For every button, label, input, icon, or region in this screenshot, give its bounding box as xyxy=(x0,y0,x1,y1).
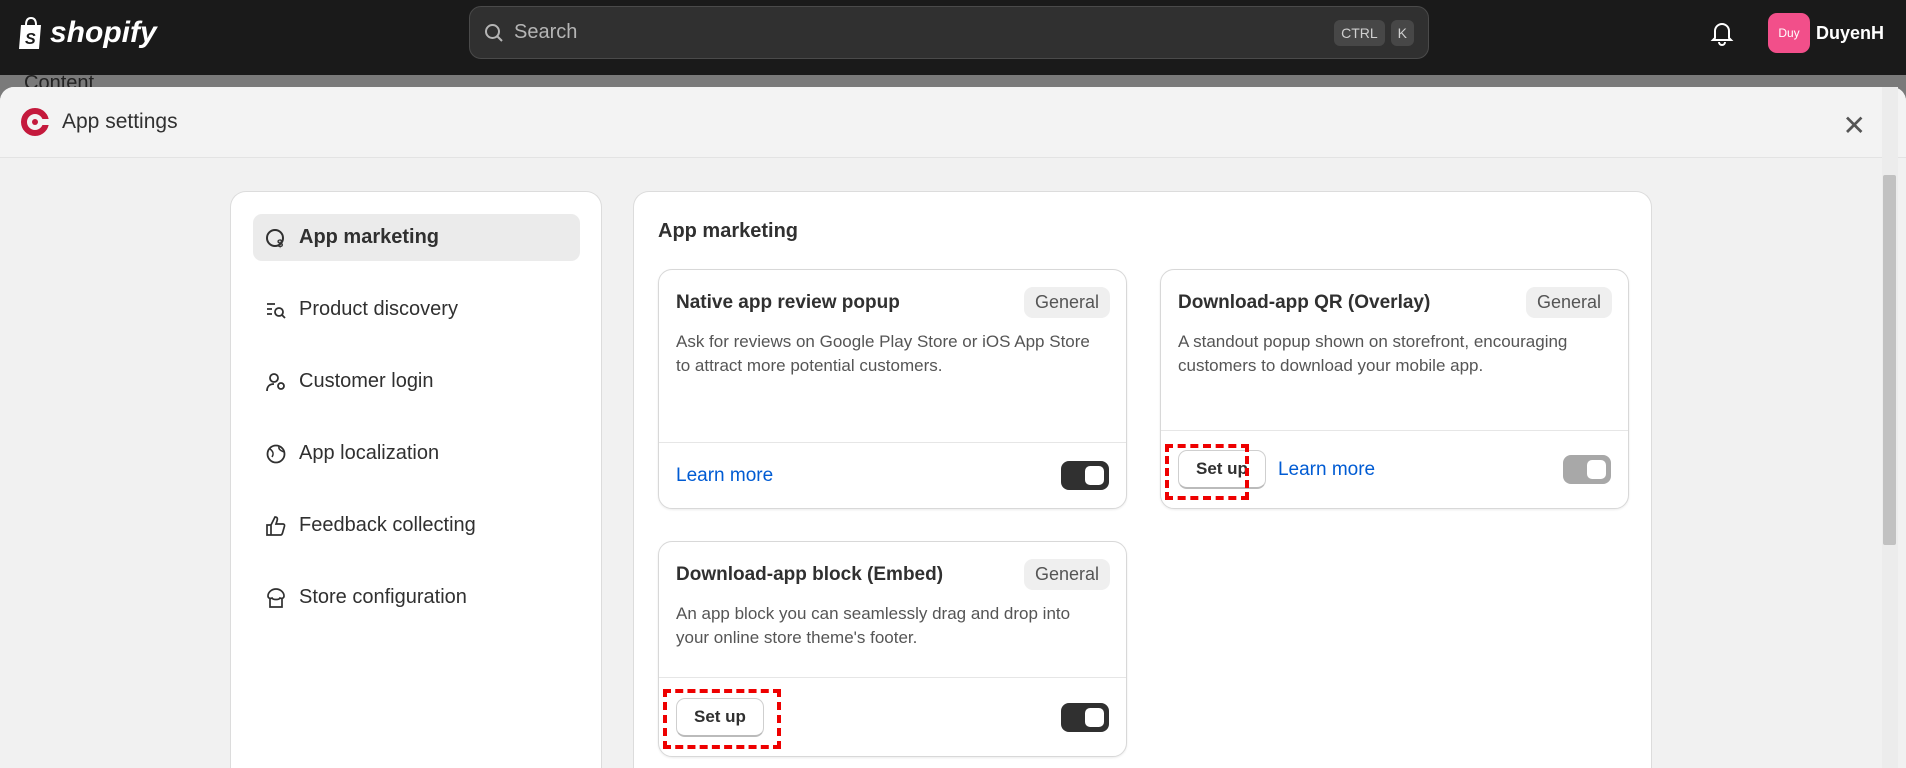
scrollbar-thumb[interactable] xyxy=(1883,175,1896,545)
card-title: Native app review popup xyxy=(676,292,900,313)
sidebar-item-label: Customer login xyxy=(299,370,434,392)
app-settings-modal: App settings ✕ $ App marketing Product di… xyxy=(0,87,1906,768)
shopify-bag-icon: S xyxy=(19,17,41,49)
sidebar-item-label: App localization xyxy=(299,442,440,464)
card-footer: Set up Learn more xyxy=(1161,430,1628,508)
list-search-icon xyxy=(267,302,286,319)
close-icon[interactable]: ✕ xyxy=(1843,109,1866,142)
sidebar-item-app-localization[interactable]: App localization xyxy=(253,430,580,477)
sidebar-item-label: Feedback collecting xyxy=(299,514,476,536)
main-panel: App marketing Native app review popup Ge… xyxy=(633,191,1652,768)
category-badge: General xyxy=(1023,559,1110,590)
enable-toggle[interactable] xyxy=(1061,461,1109,490)
thumbs-up-icon xyxy=(266,515,286,536)
sidebar-item-label: App marketing xyxy=(299,226,440,248)
card-description: Ask for reviews on Google Play Store or … xyxy=(676,332,1090,375)
globe-icon xyxy=(266,444,286,463)
brand-name: shopify xyxy=(50,16,157,49)
shortcut-ctrl: CTRL xyxy=(1334,19,1385,46)
card-download-app-block: Download-app block (Embed) General An ap… xyxy=(658,541,1127,757)
enable-toggle[interactable] xyxy=(1563,455,1611,484)
card-description: An app block you can seamlessly drag and… xyxy=(676,604,1071,647)
card-native-app-review-popup: Native app review popup General Ask for … xyxy=(658,269,1127,509)
store-icon xyxy=(267,587,285,608)
sidebar-item-label: Product discovery xyxy=(299,298,458,320)
shortcut-k: K xyxy=(1390,19,1414,46)
user-name[interactable]: DuyenH xyxy=(1816,23,1884,44)
card-footer: Learn more xyxy=(659,442,1126,508)
search-input[interactable]: Search CTRL K xyxy=(469,6,1429,59)
sidebar-item-label: Store configuration xyxy=(299,586,467,608)
bell-icon[interactable] xyxy=(1710,20,1734,46)
sidebar-item-store-configuration[interactable]: Store configuration xyxy=(253,574,580,621)
svg-text:S: S xyxy=(25,31,36,48)
sidebar-item-app-marketing[interactable]: $ App marketing xyxy=(253,214,580,261)
category-badge: General xyxy=(1525,287,1612,318)
card-title: Download-app QR (Overlay) xyxy=(1178,292,1431,313)
user-key-icon xyxy=(266,372,285,391)
card-footer: Set up xyxy=(659,677,1126,756)
card-download-app-qr: Download-app QR (Overlay) General A stan… xyxy=(1160,269,1629,509)
modal-title: App settings xyxy=(62,110,178,133)
setup-button[interactable]: Set up xyxy=(676,697,764,737)
enable-toggle[interactable] xyxy=(1061,702,1109,732)
top-bar: S shopify Search CTRL K Duy DuyenH xyxy=(0,0,1906,75)
shopify-logo[interactable]: S shopify xyxy=(18,16,157,50)
sidebar-item-product-discovery[interactable]: Product discovery xyxy=(253,286,580,333)
section-title: App marketing xyxy=(658,220,799,242)
learn-more-link[interactable]: Learn more xyxy=(1278,459,1375,481)
sidebar: $ App marketing Product discovery Custome… xyxy=(230,191,602,768)
search-placeholder: Search xyxy=(514,21,578,43)
svg-text:$: $ xyxy=(277,238,283,249)
sidebar-item-customer-login[interactable]: Customer login xyxy=(253,358,580,405)
category-badge: General xyxy=(1023,287,1110,318)
search-icon xyxy=(485,23,503,42)
modal-header: App settings xyxy=(0,87,1906,158)
app-logo-icon xyxy=(21,108,50,136)
card-title: Download-app block (Embed) xyxy=(676,564,944,585)
learn-more-link[interactable]: Learn more xyxy=(676,465,773,487)
card-description: A standout popup shown on storefront, en… xyxy=(1178,332,1568,375)
sidebar-item-feedback-collecting[interactable]: Feedback collecting xyxy=(253,502,580,549)
globe-dollar-icon: $ xyxy=(266,228,284,249)
setup-button[interactable]: Set up xyxy=(1178,450,1266,489)
avatar[interactable]: Duy xyxy=(1768,13,1810,53)
